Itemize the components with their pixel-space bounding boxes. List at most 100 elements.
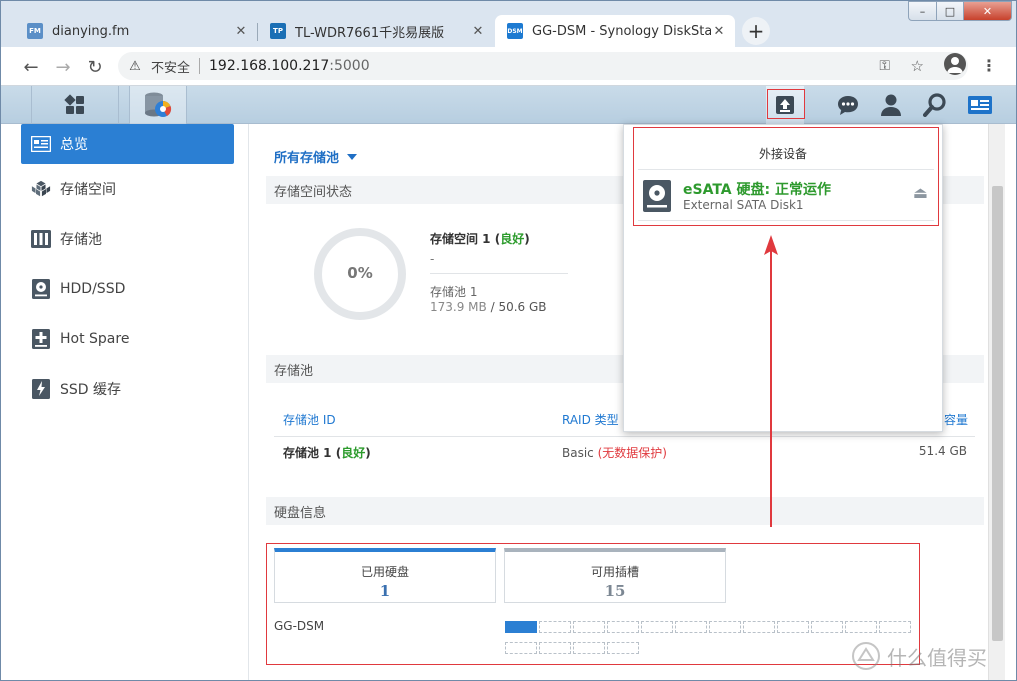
raid-cell: Basic (无数据保护) xyxy=(562,444,667,461)
volume-detail: - xyxy=(430,252,435,266)
disk-slot-empty[interactable] xyxy=(709,621,741,633)
browser-window: FM dianying.fm ✕ TP TL-WDR7661千兆易展版 ✕ DS… xyxy=(0,0,1017,681)
hdd-icon xyxy=(31,279,51,299)
divider xyxy=(430,273,568,274)
free-slots-card[interactable]: 可用插槽 15 xyxy=(504,548,726,603)
user-icon[interactable] xyxy=(878,92,904,118)
sidebar-item-hot-spare[interactable]: Hot Spare xyxy=(21,319,234,359)
total-size: 50.6 GB xyxy=(498,300,547,314)
disk-slot-empty[interactable] xyxy=(505,642,537,654)
external-device-icon xyxy=(776,96,794,114)
profile-avatar-icon[interactable] xyxy=(944,53,966,75)
disk-slot-empty[interactable] xyxy=(607,642,639,654)
address-bar[interactable]: ⚠ 不安全 192.168.100.217:5000 ⚿ ☆ xyxy=(118,52,968,80)
col-pool-id[interactable]: 存储池 ID xyxy=(283,411,336,428)
col-raid-type[interactable]: RAID 类型 xyxy=(562,411,619,428)
sidebar-item-label: Hot Spare xyxy=(60,331,130,347)
window-edge xyxy=(1005,124,1016,680)
raid-type: Basic xyxy=(562,446,594,460)
tab-title: TL-WDR7661千兆易展版 xyxy=(295,25,445,41)
usage-percent: 0% xyxy=(347,264,373,282)
tab-dianying[interactable]: FM dianying.fm ✕ xyxy=(15,15,257,47)
notifications-icon[interactable] xyxy=(835,92,861,118)
browser-menu-icon[interactable]: ⋮ xyxy=(981,56,997,75)
window-close-button[interactable]: ✕ xyxy=(963,1,1012,21)
disk-slot-empty[interactable] xyxy=(641,621,673,633)
dsm-favicon-icon: DSM xyxy=(507,23,523,39)
url-text[interactable]: 192.168.100.217:5000 xyxy=(209,58,370,74)
tab-tplink[interactable]: TP TL-WDR7661千兆易展版 ✕ xyxy=(258,15,494,47)
tab-strip: FM dianying.fm ✕ TP TL-WDR7661千兆易展版 ✕ DS… xyxy=(1,1,1016,47)
external-disk-icon xyxy=(643,180,671,212)
key-icon[interactable]: ⚿ xyxy=(879,58,890,74)
forward-icon[interactable]: → xyxy=(51,55,75,79)
warning-icon[interactable]: ⚠ xyxy=(124,59,146,74)
ssd-cache-icon xyxy=(31,379,51,399)
security-label[interactable]: 不安全 xyxy=(151,57,190,76)
storage-manager-taskbar-button[interactable] xyxy=(129,86,187,124)
scrollbar-thumb[interactable] xyxy=(992,186,1003,641)
disk-slot-empty[interactable] xyxy=(607,621,639,633)
disk-slot-empty[interactable] xyxy=(811,621,843,633)
tab-title: GG-DSM - Synology DiskStatio xyxy=(532,23,711,39)
pool-id-cell: 存储池 1 (良好) xyxy=(283,444,371,461)
disk-slot-empty[interactable] xyxy=(743,621,775,633)
close-icon[interactable]: ✕ xyxy=(711,24,727,39)
disk-slot-empty[interactable] xyxy=(879,621,911,633)
new-tab-button[interactable]: + xyxy=(742,17,770,45)
disk-slot-empty[interactable] xyxy=(777,621,809,633)
volume-name-line: 存储空间 1 (良好) xyxy=(430,230,530,247)
vertical-scrollbar[interactable] xyxy=(988,124,1005,680)
main-menu-button[interactable] xyxy=(31,86,119,124)
used-disks-label: 已用硬盘 xyxy=(360,565,409,579)
popover-title: 外接设备 xyxy=(758,147,807,161)
pool-name: 存储池 1 xyxy=(430,285,478,299)
maximize-button[interactable]: □ xyxy=(936,1,964,21)
sidebar-item-volume[interactable]: 存储空间 xyxy=(21,169,234,209)
storage-manager-app-icon xyxy=(145,92,172,117)
storage-pool-icon xyxy=(31,229,51,249)
divider xyxy=(638,220,934,221)
used-disks-value: 1 xyxy=(379,582,391,600)
dsm-taskbar xyxy=(1,86,1016,124)
disk-slot-empty[interactable] xyxy=(539,621,571,633)
section-title: 存储空间状态 xyxy=(274,184,353,200)
disk-slot-empty[interactable] xyxy=(845,621,877,633)
widgets-icon[interactable] xyxy=(966,92,994,118)
sidebar: 总览 存储空间 存储池 HDD/SSD Hot Spare SSD 缓存 xyxy=(1,124,249,680)
pool-state-close: ) xyxy=(365,446,371,460)
sidebar-item-overview[interactable]: 总览 xyxy=(21,124,234,164)
back-icon[interactable]: ← xyxy=(19,55,43,79)
free-slots-label: 可用插槽 xyxy=(590,565,639,579)
pool-selector[interactable]: 所有存储池 xyxy=(274,147,358,166)
bookmark-star-icon[interactable]: ☆ xyxy=(911,57,924,75)
close-icon[interactable]: ✕ xyxy=(233,24,249,39)
col-capacity[interactable]: 容量 xyxy=(944,411,968,428)
sidebar-item-storage-pool[interactable]: 存储池 xyxy=(21,219,234,259)
disk-slot-empty[interactable] xyxy=(573,621,605,633)
search-icon[interactable] xyxy=(922,92,948,118)
disk-slot-empty[interactable] xyxy=(675,621,707,633)
section-title: 硬盘信息 xyxy=(274,505,327,521)
used-size: 173.9 MB xyxy=(430,300,487,314)
caret-down-icon xyxy=(347,153,358,160)
reload-icon[interactable]: ↻ xyxy=(83,55,107,79)
free-slots-value: 15 xyxy=(604,582,626,600)
table-row[interactable]: 存储池 1 (良好) Basic (无数据保护) 51.4 GB xyxy=(274,437,975,467)
device-name: eSATA 硬盘: 正常运作 xyxy=(683,182,831,198)
external-device-item[interactable]: eSATA 硬盘: 正常运作 External SATA Disk1 ⏏ xyxy=(638,171,934,219)
close-icon[interactable]: ✕ xyxy=(470,24,486,39)
used-disks-card[interactable]: 已用硬盘 1 xyxy=(274,548,496,603)
disk-slot-empty[interactable] xyxy=(573,642,605,654)
minimize-button[interactable]: – xyxy=(908,1,937,21)
eject-icon[interactable]: ⏏ xyxy=(913,183,928,202)
external-device-button[interactable] xyxy=(766,86,804,124)
disk-slot-used[interactable] xyxy=(505,621,537,633)
disk-slot-empty[interactable] xyxy=(539,642,571,654)
tab-dsm[interactable]: DSM GG-DSM - Synology DiskStatio ✕ xyxy=(495,15,735,47)
watermark-logo-icon xyxy=(852,642,880,670)
disk-section-header: 硬盘信息 xyxy=(266,497,984,525)
sidebar-item-hdd-ssd[interactable]: HDD/SSD xyxy=(21,269,234,309)
volume-icon xyxy=(31,179,51,199)
sidebar-item-ssd-cache[interactable]: SSD 缓存 xyxy=(21,369,234,409)
